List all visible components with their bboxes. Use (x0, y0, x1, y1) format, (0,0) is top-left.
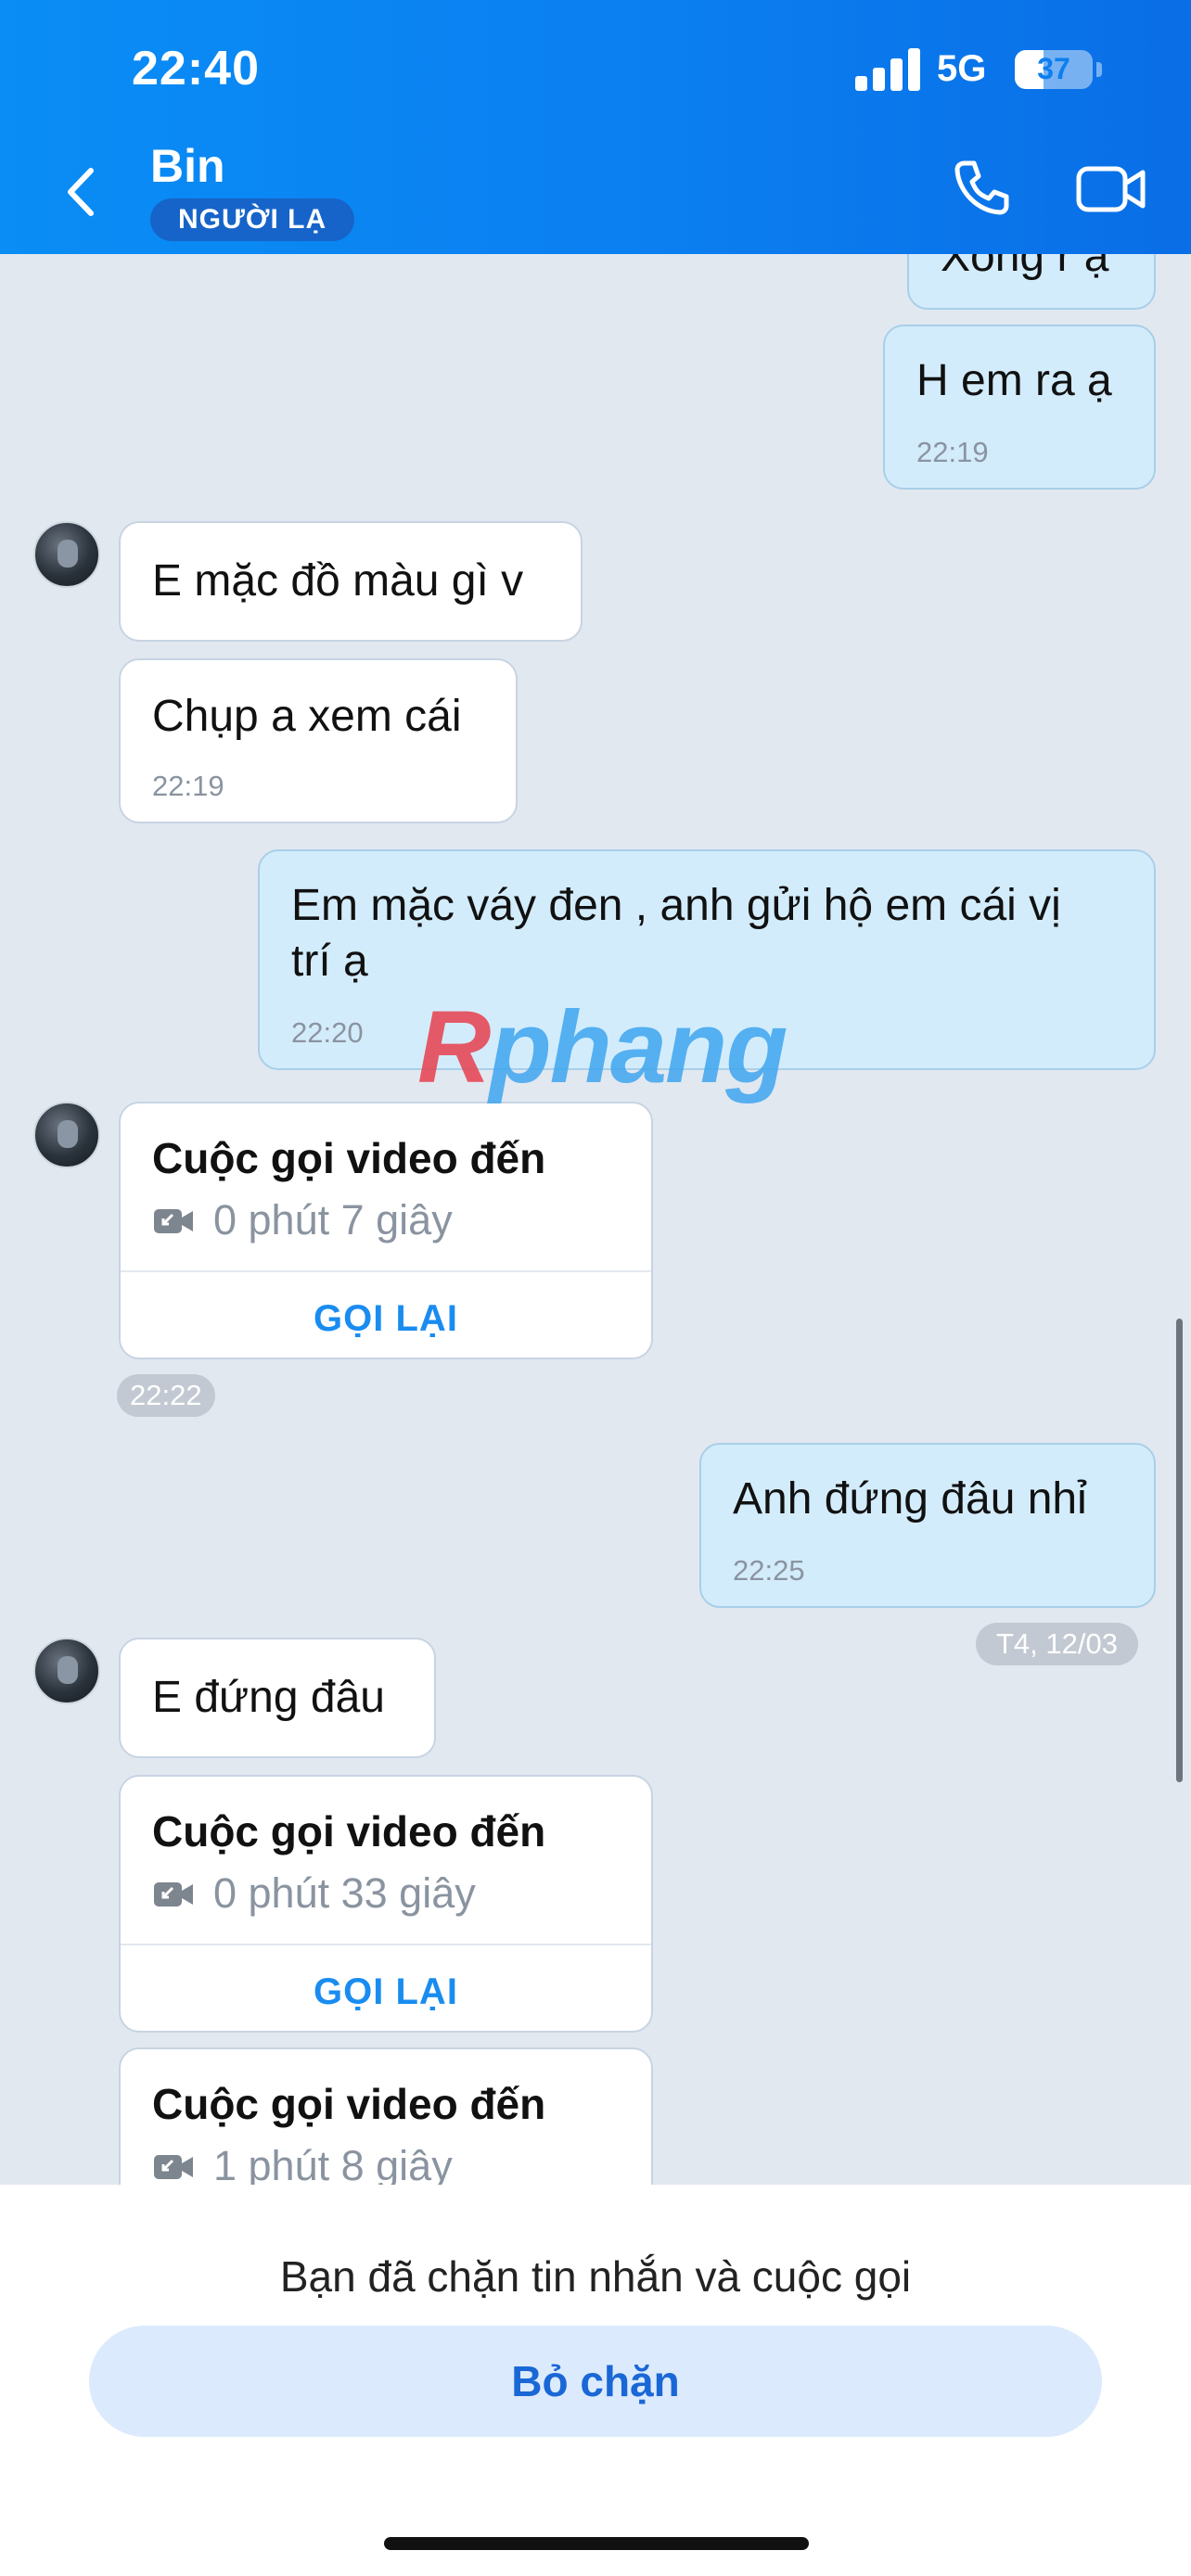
avatar[interactable] (33, 521, 100, 588)
incoming-video-call-icon (154, 1207, 193, 1235)
divider (121, 1270, 651, 1272)
message-text: E đứng đâu (152, 1673, 385, 1722)
battery-cap (1096, 62, 1102, 77)
call-title: Cuộc gọi video đến (152, 1134, 546, 1182)
message-bubble-incoming[interactable]: Chụp a xem cái 22:19 (119, 658, 518, 823)
unblock-button[interactable]: Bỏ chặn (89, 2326, 1102, 2437)
status-time: 22:40 (132, 42, 260, 96)
video-camera-icon[interactable] (1076, 163, 1146, 215)
video-call-card[interactable]: Cuộc gọi video đến 0 phút 7 giây GỌI LẠI (119, 1102, 653, 1359)
message-bubble-outgoing[interactable]: Xong r ạ (907, 254, 1156, 310)
avatar[interactable] (33, 1102, 100, 1168)
watermark-logo: Rphang (417, 988, 788, 1106)
signal-icon (855, 48, 922, 91)
message-bubble-incoming[interactable]: E đứng đâu (119, 1638, 436, 1758)
home-indicator[interactable] (384, 2537, 809, 2550)
video-call-card[interactable]: Cuộc gọi video đến 1 phút 8 giây (119, 2047, 653, 2185)
call-title: Cuộc gọi video đến (152, 2080, 546, 2128)
message-time: 22:19 (152, 770, 224, 802)
message-text: Xong r ạ (941, 254, 1109, 281)
network-type: 5G (937, 48, 987, 89)
incoming-video-call-icon (154, 2153, 193, 2181)
divider (121, 1944, 651, 1945)
call-duration: 0 phút 33 giây (213, 1869, 476, 1917)
battery-level: 37 (1037, 52, 1070, 85)
chevron-left-icon[interactable] (56, 159, 111, 224)
watermark-part: R (417, 990, 491, 1104)
stranger-badge: NGƯỜI LẠ (150, 198, 355, 241)
message-bubble-incoming[interactable]: E mặc đồ màu gì v (119, 521, 583, 642)
blocked-notice: Bạn đã chặn tin nhắn và cuộc gọi (279, 2252, 912, 2301)
message-time: 22:25 (733, 1554, 805, 1587)
watermark-part: phang (489, 990, 788, 1104)
date-separator: T4, 12/03 (976, 1623, 1138, 1665)
message-bubble-outgoing[interactable]: Anh đứng đâu nhỉ 22:25 (699, 1443, 1156, 1608)
incoming-video-call-icon (154, 1881, 193, 1908)
battery-icon: 37 (1015, 50, 1093, 89)
callback-button[interactable]: GỌI LẠI (121, 1971, 651, 2013)
message-time: 22:19 (916, 436, 989, 468)
video-call-card[interactable]: Cuộc gọi video đến 0 phút 33 giây GỌI LẠ… (119, 1775, 653, 2033)
avatar[interactable] (33, 1638, 100, 1704)
message-text-line: Em mặc váy đen , anh gửi hộ em cái vị (291, 881, 1061, 930)
blocked-footer: Bạn đã chặn tin nhắn và cuộc gọi Bỏ chặn (0, 2185, 1191, 2576)
callback-button[interactable]: GỌI LẠI (121, 1298, 651, 1340)
message-text: Chụp a xem cái (152, 692, 462, 741)
message-text: Anh đứng đâu nhỉ (733, 1474, 1087, 1524)
scrollbar[interactable] (1176, 1319, 1183, 1782)
message-text: E mặc đồ màu gì v (152, 556, 524, 606)
call-duration: 1 phút 8 giây (213, 2142, 453, 2185)
phone-icon[interactable] (950, 156, 1013, 219)
message-bubble-outgoing[interactable]: H em ra ạ 22:19 (883, 325, 1156, 490)
call-title: Cuộc gọi video đến (152, 1807, 546, 1855)
contact-name[interactable]: Bin (150, 139, 225, 193)
message-time: 22:20 (291, 1016, 364, 1049)
chat-message-list[interactable]: Xong r ạ H em ra ạ 22:19 E mặc đồ màu gì… (0, 254, 1191, 2185)
chat-header: 22:40 5G 37 Bin NGƯỜI LẠ (0, 0, 1191, 254)
call-duration: 0 phút 7 giây (213, 1196, 453, 1243)
message-time: 22:22 (117, 1374, 215, 1417)
message-text-line: trí ạ (291, 937, 368, 986)
message-text: H em ra ạ (916, 356, 1112, 405)
